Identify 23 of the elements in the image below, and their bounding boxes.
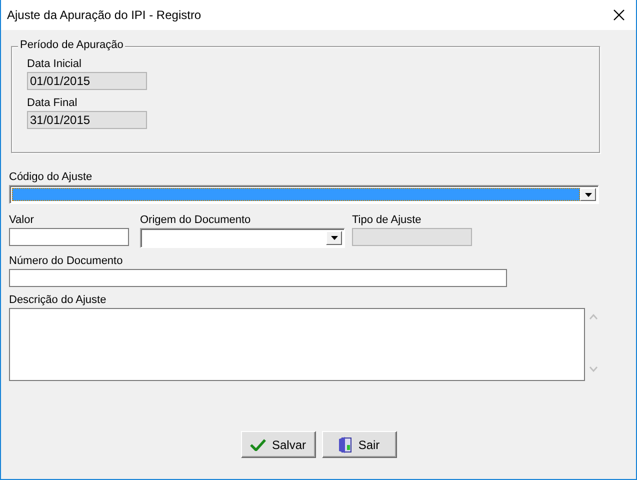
field-label: Data Inicial [27,57,82,71]
field-label: Valor [9,213,34,227]
door-icon [338,436,352,452]
field-label: Código do Ajuste [9,170,92,184]
group-title: Período de Apuração [18,39,126,51]
checkmark-icon [250,438,266,450]
dropdown-arrow-icon [584,192,592,196]
field-label: Data Final [27,96,78,110]
field-label: Origem do Documento [140,213,251,227]
text-area[interactable] [9,308,585,381]
dropdown-field[interactable] [9,185,599,204]
window-title: Ajuste da Apuração do IPI - Registro [7,8,202,22]
field-label: Número do Documento [9,254,123,268]
field-label: Tipo de Ajuste [352,213,422,227]
field-label: Descrição do Ajuste [9,293,106,307]
dropdown-arrow-icon [330,236,338,240]
dropdown-field[interactable] [140,228,345,248]
exit-button[interactable]: Sair [322,431,396,458]
text-field[interactable] [9,228,129,246]
close-icon [613,9,625,21]
text-field[interactable] [9,269,507,287]
save-button[interactable]: Salvar [240,431,316,458]
scrollbar-arrows-icon [589,314,598,372]
